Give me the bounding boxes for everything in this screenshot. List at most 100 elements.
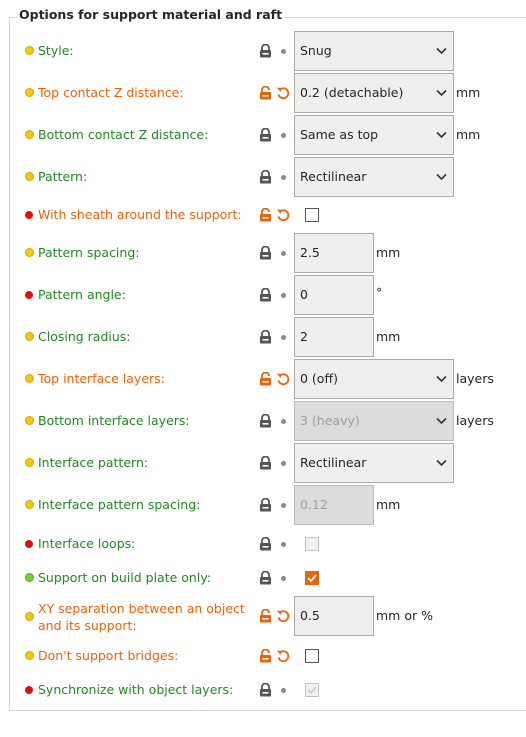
mode-expert-bullet-icon (25, 211, 33, 219)
chevron-down-icon (436, 417, 447, 425)
style-select[interactable]: Snug (294, 31, 454, 71)
row-closing-radius: Closing radius: 2 mm (0, 317, 526, 357)
with-sheath-checkbox[interactable] (305, 208, 319, 222)
mode-simple-bullet-icon (25, 130, 34, 139)
row-top-interface-layers: Top interface layers: 0 (off) layers (0, 359, 526, 399)
mode-simple-bullet-icon (25, 612, 34, 621)
unlock-icon[interactable] (259, 609, 272, 623)
build-plate-only-checkbox[interactable] (305, 571, 319, 585)
undo-arrow-icon[interactable] (276, 86, 290, 100)
unlock-icon[interactable] (259, 208, 272, 222)
top-contact-z-select[interactable]: 0.2 (detachable) (294, 73, 454, 113)
checkmark-icon (307, 574, 317, 583)
mode-expert-bullet-icon (25, 686, 33, 694)
synchronize-layers-checkbox[interactable] (305, 683, 319, 697)
row-top-contact-z: Top contact Z distance: 0.2 (detachable)… (0, 73, 526, 113)
mode-simple-bullet-icon (25, 332, 34, 341)
bottom-contact-z-unit: mm (456, 127, 481, 142)
closing-radius-unit: mm (376, 329, 401, 344)
closing-radius-label: Closing radius: (38, 329, 131, 344)
bottom-contact-z-label: Bottom contact Z distance: (38, 127, 209, 142)
pattern-spacing-unit: mm (376, 245, 401, 260)
with-sheath-label: With sheath around the support: (38, 207, 242, 222)
row-build-plate-only: Support on build plate only: (0, 568, 526, 588)
interface-loops-checkbox[interactable] (305, 537, 319, 551)
pattern-angle-unit: ° (376, 285, 383, 300)
pattern-select[interactable]: Rectilinear (294, 157, 454, 197)
unlock-icon[interactable] (259, 372, 272, 386)
lock-icon[interactable] (259, 246, 272, 260)
mode-simple-bullet-icon (25, 458, 34, 467)
bottom-contact-z-value: Same as top (300, 127, 379, 142)
dont-support-bridges-checkbox[interactable] (305, 649, 319, 663)
lock-icon[interactable] (259, 498, 272, 512)
chevron-down-icon (436, 459, 447, 467)
row-synchronize-layers: Synchronize with object layers: (0, 680, 526, 700)
interface-pattern-spacing-input[interactable]: 0.12 (294, 485, 374, 525)
mode-simple-bullet-icon (25, 46, 34, 55)
lock-icon[interactable] (259, 288, 272, 302)
default-dot-icon (281, 576, 286, 581)
top-interface-layers-label: Top interface layers: (38, 371, 165, 386)
row-xy-separation: XY separation between an object and its … (0, 596, 526, 636)
row-bottom-interface-layers: Bottom interface layers: 3 (heavy) layer… (0, 401, 526, 441)
dont-support-bridges-label: Don't support bridges: (38, 648, 179, 663)
synchronize-layers-label: Synchronize with object layers: (38, 682, 234, 697)
undo-arrow-icon[interactable] (276, 609, 290, 623)
bottom-interface-layers-value: 3 (heavy) (300, 413, 360, 428)
lock-icon[interactable] (259, 44, 272, 58)
mode-simple-bullet-icon (25, 416, 34, 425)
default-dot-icon (281, 461, 286, 466)
bottom-contact-z-select[interactable]: Same as top (294, 115, 454, 155)
undo-arrow-icon[interactable] (276, 208, 290, 222)
group-title: Options for support material and raft (17, 7, 285, 22)
default-dot-icon (281, 49, 286, 54)
row-interface-pattern: Interface pattern: Rectilinear (0, 443, 526, 483)
lock-icon[interactable] (259, 683, 272, 697)
row-style: Style: Snug (0, 31, 526, 71)
bottom-interface-layers-select[interactable]: 3 (heavy) (294, 401, 454, 441)
default-dot-icon (281, 503, 286, 508)
lock-icon[interactable] (259, 414, 272, 428)
top-contact-z-label: Top contact Z distance: (38, 85, 184, 100)
row-bottom-contact-z: Bottom contact Z distance: Same as top m… (0, 115, 526, 155)
lock-icon[interactable] (259, 170, 272, 184)
chevron-down-icon (436, 89, 447, 97)
undo-arrow-icon[interactable] (276, 649, 290, 663)
mode-simple-bullet-icon (25, 374, 34, 383)
pattern-spacing-label: Pattern spacing: (38, 245, 140, 260)
top-interface-layers-select[interactable]: 0 (off) (294, 359, 454, 399)
row-pattern: Pattern: Rectilinear (0, 157, 526, 197)
default-dot-icon (281, 175, 286, 180)
xy-separation-input[interactable]: 0.5 (294, 596, 374, 636)
pattern-spacing-input[interactable]: 2.5 (294, 233, 374, 273)
top-interface-layers-unit: layers (456, 371, 494, 386)
pattern-label: Pattern: (38, 169, 88, 184)
mode-simple-bullet-icon (25, 500, 34, 509)
closing-radius-input[interactable]: 2 (294, 317, 374, 357)
interface-pattern-label: Interface pattern: (38, 455, 149, 470)
pattern-angle-input[interactable]: 0 (294, 275, 374, 315)
interface-pattern-select[interactable]: Rectilinear (294, 443, 454, 483)
lock-icon[interactable] (259, 571, 272, 585)
unlock-icon[interactable] (259, 649, 272, 663)
mode-simple-bullet-icon (25, 172, 34, 181)
interface-pattern-value: Rectilinear (300, 455, 367, 470)
lock-icon[interactable] (259, 456, 272, 470)
mode-simple-bullet-icon (25, 651, 34, 660)
mode-simple-bullet-icon (25, 88, 34, 97)
style-select-value: Snug (300, 43, 332, 58)
row-dont-support-bridges: Don't support bridges: (0, 646, 526, 666)
chevron-down-icon (436, 131, 447, 139)
mode-expert-bullet-icon (25, 291, 33, 299)
row-pattern-angle: Pattern angle: 0 ° (0, 275, 526, 315)
bottom-interface-layers-label: Bottom interface layers: (38, 413, 190, 428)
default-dot-icon (281, 542, 286, 547)
pattern-value: Rectilinear (300, 169, 367, 184)
lock-icon[interactable] (259, 330, 272, 344)
row-pattern-spacing: Pattern spacing: 2.5 mm (0, 233, 526, 273)
lock-icon[interactable] (259, 128, 272, 142)
unlock-icon[interactable] (259, 86, 272, 100)
lock-icon[interactable] (259, 537, 272, 551)
undo-arrow-icon[interactable] (276, 372, 290, 386)
